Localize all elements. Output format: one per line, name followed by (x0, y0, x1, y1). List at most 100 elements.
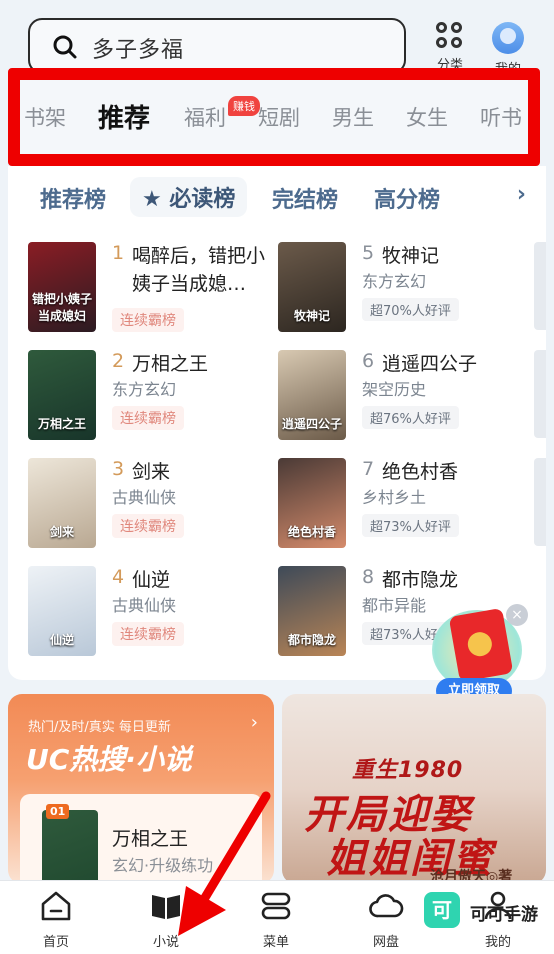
hot-title: UC热搜·小说 (26, 743, 192, 776)
site-watermark: 可 可可手游 (424, 892, 554, 932)
avatar (492, 22, 524, 54)
category-button[interactable]: 分类 (428, 22, 472, 73)
book-rank: 1 (112, 242, 125, 264)
nav-novel[interactable]: 小说 (126, 889, 206, 950)
book-cover: 仙逆 (28, 566, 96, 656)
nav-cloud-drive[interactable]: 网盘 (346, 889, 426, 950)
book-tag: 连续霸榜 (112, 308, 184, 332)
book-title: 牧神记 (382, 245, 440, 267)
tab-male[interactable]: 男生 (332, 102, 374, 132)
rank-badge: 01 (46, 804, 70, 819)
search-query[interactable]: 多子多福 (92, 32, 184, 64)
book-title: 逍遥四公子 (382, 353, 478, 375)
ranking-card: 推荐榜 ★ 必读榜 完结榜 高分榜 › 错把小姨子当成媳妇 1 喝醉后，错把小姨… (8, 166, 546, 680)
star-icon: ★ (142, 187, 162, 212)
book-cover: 错把小姨子当成媳妇 (28, 242, 96, 332)
tab-female[interactable]: 女生 (406, 102, 448, 132)
book-cover: 剑来 (28, 458, 96, 548)
menu-icon (261, 892, 291, 920)
hot-subtitle: 热门/及时/真实 每日更新 (28, 720, 171, 735)
next-column-preview (534, 350, 546, 438)
book-title: 都市隐龙 (382, 569, 459, 591)
book-genre: 架空历史 (362, 380, 427, 399)
promo-subtitle: 重生1980 (352, 758, 464, 783)
nav-menu-label: 菜单 (262, 935, 289, 950)
book-cover: 绝色村香 (278, 458, 346, 548)
hot-book-genre: 玄幻·升级练功 (112, 856, 214, 875)
book-tag: 连续霸榜 (112, 622, 184, 646)
rank-tabs: 推荐榜 ★ 必读榜 完结榜 高分榜 › (8, 166, 546, 230)
channel-tabs-highlight: 书架 推荐 福利 赚钱 短剧 男生 女生 听书 (8, 68, 540, 166)
nav-me-label: 我的 (484, 935, 511, 950)
nav-menu[interactable]: 菜单 (236, 889, 316, 950)
book-rank: 2 (112, 350, 125, 372)
uc-hot-search-card[interactable]: 热门/及时/真实 每日更新 › UC热搜·小说 01 万相之王 玄幻·升级练功 (8, 694, 274, 884)
tab-bookshelf[interactable]: 书架 (24, 102, 66, 132)
tab-audiobook[interactable]: 听书 (480, 102, 522, 132)
book-icon (152, 895, 180, 919)
book-rank: 5 (362, 242, 375, 264)
book-tag: 超76%人好评 (362, 406, 459, 429)
category-grid-icon (436, 22, 464, 50)
rank-tab-must-read[interactable]: ★ 必读榜 (130, 177, 248, 217)
book-genre: 乡村乡土 (362, 488, 427, 507)
watermark-logo: 可 (424, 892, 460, 928)
watermark-text: 可可手游 (470, 905, 538, 925)
book-item[interactable]: 逍遥四公子 6 逍遥四公子 架空历史 超76%人好评 (278, 350, 528, 446)
book-item[interactable]: 错把小姨子当成媳妇 1 喝醉后，错把小姨子当成媳… 连续霸榜 (28, 242, 278, 338)
promo-banner[interactable]: 重生1980 开局迎娶 姐姐闺蜜 沧月傲天◎著 (282, 694, 546, 884)
search-box[interactable]: 多子多福 (28, 18, 406, 74)
book-item[interactable]: 牧神记 5 牧神记 东方玄幻 超70%人好评 (278, 242, 528, 338)
rank-tab-must-read-label: 必读榜 (169, 187, 236, 212)
home-icon (41, 891, 71, 921)
book-tag: 连续霸榜 (112, 406, 184, 430)
book-tag: 超70%人好评 (362, 298, 459, 321)
rank-tab-recommend[interactable]: 推荐榜 (40, 182, 106, 214)
top-bar: 多子多福 分类 我的 (0, 0, 554, 78)
rank-tab-finished[interactable]: 完结榜 (272, 182, 338, 214)
book-item[interactable]: 万相之王 2 万相之王 东方玄幻 连续霸榜 (28, 350, 278, 446)
tab-recommend[interactable]: 推荐 (98, 98, 150, 135)
nav-home[interactable]: 首页 (16, 889, 96, 950)
nav-novel-label: 小说 (152, 935, 179, 950)
next-column-preview (534, 458, 546, 546)
rank-tab-high-score[interactable]: 高分榜 (374, 182, 440, 214)
book-rank: 8 (362, 566, 375, 588)
book-rank: 3 (112, 458, 125, 480)
channel-tabs: 书架 推荐 福利 赚钱 短剧 男生 女生 听书 (20, 80, 528, 154)
search-icon (53, 35, 77, 59)
book-rank: 7 (362, 458, 375, 480)
book-title: 仙逆 (132, 569, 171, 591)
book-tag: 超73%人好评 (362, 514, 459, 537)
red-envelope-icon (448, 607, 514, 683)
book-genre: 东方玄幻 (112, 380, 177, 399)
cloud-icon (369, 894, 404, 918)
book-title: 绝色村香 (382, 461, 459, 483)
book-genre: 东方玄幻 (362, 272, 427, 291)
book-title: 剑来 (132, 461, 171, 483)
close-icon[interactable]: × (506, 604, 528, 626)
red-envelope-widget[interactable]: 立即领取 × (430, 604, 534, 708)
hot-book-item[interactable]: 01 万相之王 玄幻·升级练功 (20, 794, 262, 884)
book-cover: 牧神记 (278, 242, 346, 332)
nav-home-label: 首页 (42, 935, 69, 950)
book-rank: 4 (112, 566, 125, 588)
chevron-right-icon[interactable]: › (251, 712, 258, 733)
tab-short-drama[interactable]: 短剧 (258, 102, 300, 132)
book-tag: 连续霸榜 (112, 514, 184, 538)
book-title: 万相之王 (132, 353, 209, 375)
book-item[interactable]: 绝色村香 7 绝色村香 乡村乡土 超73%人好评 (278, 458, 528, 554)
book-cover (42, 810, 98, 884)
tab-welfare[interactable]: 福利 (184, 102, 226, 132)
book-item[interactable]: 剑来 3 剑来 古典仙侠 连续霸榜 (28, 458, 278, 554)
book-cover: 都市隐龙 (278, 566, 346, 656)
book-cover: 万相之王 (28, 350, 96, 440)
book-rank: 6 (362, 350, 375, 372)
book-cover: 逍遥四公子 (278, 350, 346, 440)
welfare-badge: 赚钱 (228, 96, 260, 116)
book-item[interactable]: 仙逆 4 仙逆 古典仙侠 连续霸榜 (28, 566, 278, 662)
nav-cloud-label: 网盘 (372, 935, 399, 950)
book-title: 喝醉后，错把小姨子当成媳… (132, 245, 266, 295)
book-genre: 都市异能 (362, 596, 427, 615)
chevron-right-icon[interactable]: › (517, 182, 526, 207)
